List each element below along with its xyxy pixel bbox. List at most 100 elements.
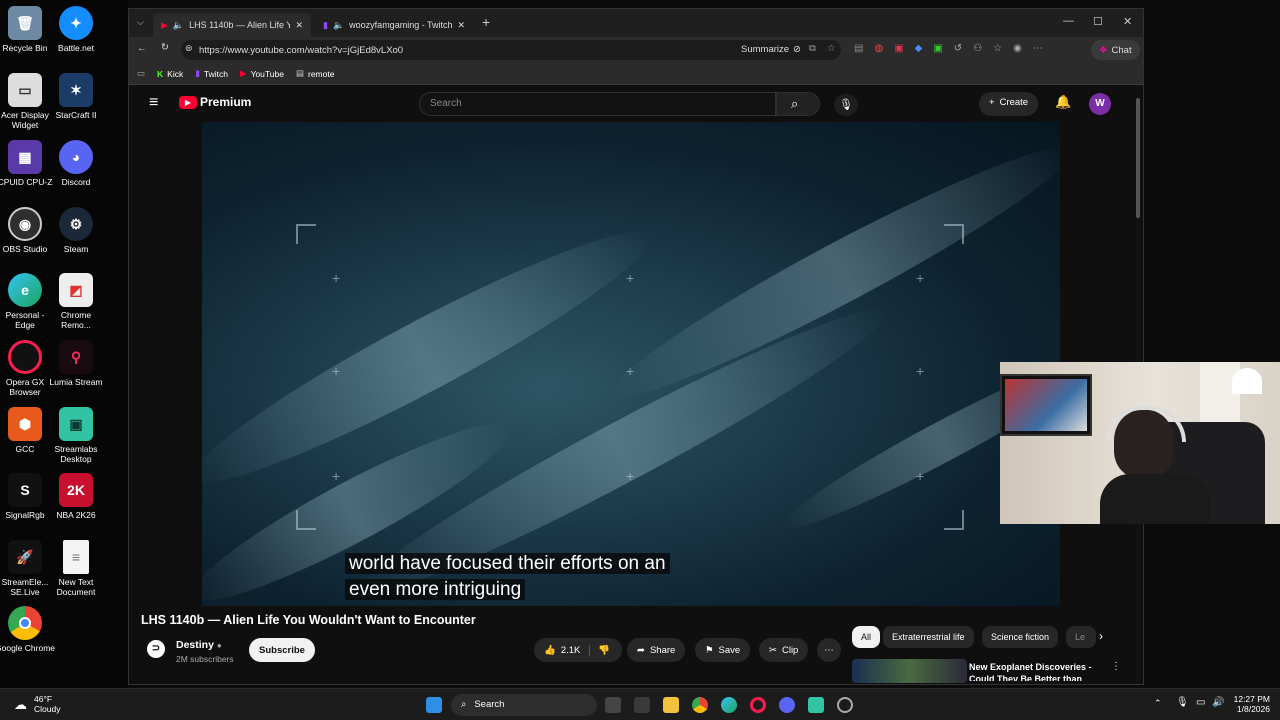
taskbar-search[interactable]: ⌕ Search [451, 694, 597, 716]
extension-icon[interactable]: ↺ [954, 43, 962, 54]
extensions-puzzle-icon[interactable]: ⚇ [973, 43, 982, 54]
dislike-button[interactable]: 👎 [589, 644, 610, 656]
save-button[interactable]: ⚑ Save [695, 638, 751, 662]
desktop-icon-chrome-remote[interactable]: ◩ Chrome Remo... [46, 273, 106, 330]
recommended-thumbnail[interactable] [852, 659, 967, 683]
scrollbar-thumb[interactable] [1136, 98, 1140, 218]
voice-search-icon[interactable]: 🎙 [834, 94, 858, 116]
acer-widget-icon: ▭ [8, 73, 42, 107]
weather-widget[interactable]: 46°F Cloudy [34, 694, 60, 714]
discord-taskbar-icon[interactable] [779, 697, 795, 713]
file-explorer-icon[interactable] [663, 697, 679, 713]
hud-crosshair-icon: + [332, 468, 341, 484]
volume-icon[interactable]: 🔊 [1212, 697, 1224, 708]
extension-icon[interactable]: ▤ [854, 43, 863, 54]
search-input[interactable]: Search [419, 92, 776, 116]
hud-corner [296, 224, 316, 244]
obs-taskbar-icon[interactable] [837, 697, 853, 713]
remote-icon: ▤ [295, 68, 304, 78]
network-icon[interactable]: ▭ [1196, 697, 1205, 708]
chevron-right-icon[interactable]: › [1099, 629, 1103, 643]
task-view-icon[interactable] [605, 697, 621, 713]
favorites-icon[interactable]: ☆ [993, 43, 1002, 54]
recommended-more-icon[interactable]: ⋮ [1111, 661, 1121, 672]
clip-button[interactable]: ✂ Clip [759, 638, 809, 662]
extensions-bar: ▤ ◍ ▣ ◆ ▣ ↺ ⚇ ☆ ◉ ⋯ [854, 43, 1043, 54]
windows-start-icon[interactable] [426, 697, 442, 713]
extension-icon[interactable]: ◆ [915, 43, 923, 54]
minimize-icon[interactable]: — [1063, 15, 1074, 27]
subscribe-button[interactable]: Subscribe [249, 638, 315, 662]
bookmark-icon: ⚑ [705, 644, 714, 656]
subscriber-count: 2M subscribers [176, 654, 234, 664]
desktop-icon-battlenet[interactable]: ✦ Battle.net [46, 6, 106, 53]
extension-icon[interactable]: ▣ [933, 43, 942, 54]
tab-twitch[interactable]: ▮ 🔈 woozyfamgaming - Twitch ✕ [315, 13, 473, 37]
desktop-icon-text-doc[interactable]: ≡ New Text Document [46, 540, 106, 597]
tab-youtube[interactable]: ▶ 🔈 LHS 1140b — Alien Life You W ✕ [153, 13, 311, 37]
more-actions-button[interactable]: ⋯ [817, 638, 841, 662]
desktop-icon-starcraft[interactable]: ✶ StarCraft II [46, 73, 106, 120]
notifications-bell-icon[interactable]: 🔔 [1055, 94, 1071, 110]
streamlabs-icon: ▣ [59, 407, 93, 441]
favorite-star-icon[interactable]: ☆ [827, 43, 836, 54]
close-window-icon[interactable]: ✕ [1123, 15, 1132, 28]
chip-partial[interactable]: Le [1066, 626, 1096, 648]
profile-icon[interactable]: ◉ [1013, 43, 1022, 54]
favorite-remote[interactable]: ▤ remote [296, 68, 335, 79]
clock[interactable]: 12:27 PM 1/8/2026 [1230, 694, 1270, 714]
caption-line: world have focused their efforts on an [345, 553, 670, 574]
desktop-icon-streamlabs[interactable]: ▣ Streamlabs Desktop [46, 407, 106, 464]
summarize-button[interactable]: Summarize ⊘ [741, 44, 801, 55]
opera-gx-taskbar-icon[interactable] [750, 697, 766, 713]
desktop-icon-chrome[interactable]: Google Chrome [0, 606, 55, 653]
menu-hamburger-icon[interactable]: ≡ [149, 94, 158, 112]
webcam-person-body [1100, 474, 1210, 524]
refresh-icon[interactable]: ↻ [161, 42, 169, 53]
desktop-icon-steam[interactable]: ⚙ Steam [46, 207, 106, 254]
weather-cloud-icon[interactable]: ☁ [14, 697, 27, 713]
tab-list-chevron-icon[interactable]: ⌵ [137, 17, 144, 28]
chip-science-fiction[interactable]: Science fiction [982, 626, 1059, 648]
tab-actions-icon[interactable]: ▭ [137, 68, 145, 79]
recommended-title[interactable]: New Exoplanet Discoveries - Could They B… [969, 661, 1092, 681]
share-button[interactable]: ➦ Share [627, 638, 686, 662]
copilot-chat-button[interactable]: ❖ Chat [1091, 40, 1140, 60]
channel-name[interactable]: Destiny ● [176, 639, 222, 651]
desktop-icon-discord[interactable]: ◕ Discord [46, 140, 106, 187]
favorite-twitch[interactable]: ▮ Twitch [195, 68, 228, 79]
create-button[interactable]: + Create [979, 92, 1039, 116]
desktop-icon-lumia[interactable]: ⚲ Lumia Stream [46, 340, 106, 387]
desktop-icon-nba2k[interactable]: 2K NBA 2K26 [46, 473, 106, 520]
hud-crosshair-icon: + [332, 363, 341, 379]
chip-extraterrestrial-life[interactable]: Extraterrestrial life [883, 626, 974, 648]
tray-chevron-icon[interactable]: ⌃ [1154, 698, 1162, 709]
search-button[interactable]: ⌕ [776, 92, 820, 116]
streamlabs-taskbar-icon[interactable] [808, 697, 824, 713]
microphone-icon[interactable]: 🎙 [1176, 697, 1189, 708]
cloud-streak [598, 123, 1060, 421]
close-tab-icon[interactable]: ✕ [457, 20, 465, 31]
widgets-icon[interactable] [634, 697, 650, 713]
video-player[interactable]: + + + + + + + + + world have focused the… [202, 122, 1060, 606]
favorite-youtube[interactable]: ▶ YouTube [240, 68, 284, 79]
favorite-kick[interactable]: K Kick [157, 69, 183, 79]
split-screen-icon[interactable]: ⧉ [809, 43, 816, 54]
extension-icon[interactable]: ◍ [874, 43, 883, 54]
lumia-icon: ⚲ [59, 340, 93, 374]
url-field[interactable]: ⊜ https://www.youtube.com/watch?v=jGjEd8… [181, 40, 841, 60]
chrome-icon [8, 606, 42, 640]
back-icon[interactable]: ← [137, 43, 147, 54]
edge-taskbar-icon[interactable] [721, 697, 737, 713]
maximize-icon[interactable]: ☐ [1093, 15, 1103, 28]
avatar[interactable]: W [1089, 93, 1111, 115]
like-button[interactable]: 👍 2.1K [544, 645, 580, 656]
chrome-taskbar-icon[interactable] [692, 697, 708, 713]
more-menu-icon[interactable]: ⋯ [1033, 43, 1043, 54]
close-tab-icon[interactable]: ✕ [295, 20, 303, 31]
extension-icon[interactable]: ▣ [894, 43, 903, 54]
new-tab-icon[interactable]: + [482, 14, 490, 30]
youtube-logo[interactable]: ▶ Premium [179, 95, 251, 109]
channel-avatar[interactable]: ⊃ [147, 640, 165, 658]
chip-all[interactable]: All [852, 626, 881, 648]
